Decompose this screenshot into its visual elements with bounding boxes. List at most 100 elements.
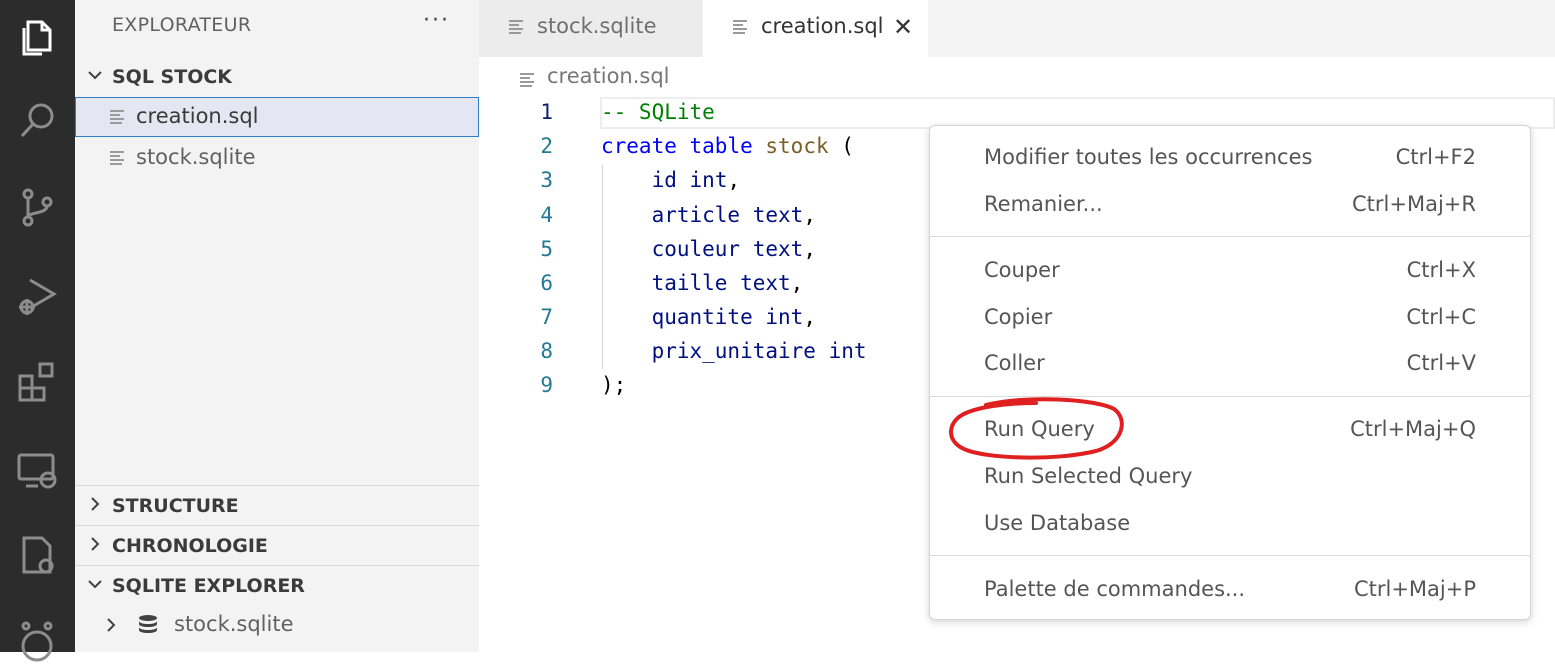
close-icon[interactable]: ✕: [893, 13, 913, 41]
file-lines-icon: [110, 151, 124, 165]
column-name: prix_unitaire: [651, 339, 816, 363]
menu-item-label: Modifier toutes les occurrences: [984, 145, 1313, 169]
more-actions-icon[interactable]: ···: [423, 8, 450, 33]
source-control-icon[interactable]: [8, 178, 66, 236]
menu-item-run-selected-query[interactable]: Run Selected Query: [930, 456, 1530, 500]
tab-label: creation.sql: [761, 14, 884, 38]
menu-item-label: Use Database: [984, 511, 1131, 535]
code-line-4: article text,: [651, 203, 816, 227]
table-name: stock: [765, 134, 829, 158]
file-item-stock-sqlite[interactable]: stock.sqlite: [75, 138, 479, 178]
menu-item-label: Copier: [984, 305, 1053, 329]
file-lines-icon: [520, 73, 534, 87]
annotation-circle: [949, 397, 1124, 460]
menu-item-shortcut: Ctrl+Maj+Q: [1350, 417, 1476, 441]
sidebar-title: EXPLORATEUR: [112, 14, 252, 36]
menu-item-label: Coller: [984, 351, 1045, 375]
editor-tab-bar: stock.sqlite creation.sql ✕: [479, 0, 1555, 57]
menu-separator: [930, 236, 1530, 237]
line-number: 3: [540, 168, 553, 192]
menu-item-shortcut: Ctrl+X: [1406, 258, 1476, 282]
database-name: stock.sqlite: [174, 612, 294, 636]
column-type: text: [740, 271, 791, 295]
file-name: creation.sql: [136, 104, 259, 128]
run-debug-icon[interactable]: [8, 266, 66, 324]
section-label: CHRONOLOGIE: [112, 535, 268, 557]
menu-item-shortcut: Ctrl+V: [1406, 351, 1476, 375]
remote-explorer-icon[interactable]: [8, 440, 66, 498]
file-item-creation-sql[interactable]: creation.sql: [75, 97, 479, 137]
files-icon[interactable]: [8, 8, 66, 66]
database-icon: [139, 615, 157, 633]
line-number: 4: [540, 203, 553, 227]
sqlite-db-item[interactable]: stock.sqlite: [75, 605, 479, 645]
file-lines-icon: [509, 20, 523, 34]
breadcrumb-file: creation.sql: [547, 64, 670, 88]
context-menu: Modifier toutes les occurrences Ctrl+F2 …: [929, 125, 1531, 620]
menu-item-change-all-occurrences[interactable]: Modifier toutes les occurrences Ctrl+F2: [930, 137, 1530, 181]
code-line-3: id int,: [651, 168, 741, 192]
column-type: text: [752, 203, 804, 227]
paren: (: [841, 134, 854, 158]
section-label: SQL STOCK: [112, 66, 233, 88]
menu-item-label: Run Selected Query: [984, 464, 1193, 488]
code-line-9: );: [601, 373, 626, 397]
chevron-down-icon: [88, 71, 102, 80]
line-number: 7: [540, 305, 553, 329]
section-chronologie[interactable]: CHRONOLOGIE: [75, 526, 479, 564]
closing-paren: );: [601, 373, 627, 397]
file-lines-icon: [110, 110, 124, 124]
chevron-right-icon: [91, 497, 100, 511]
chevron-right-icon: [91, 537, 100, 551]
menu-item-paste[interactable]: Coller Ctrl+V: [930, 343, 1530, 387]
column-name: article: [651, 203, 741, 227]
chevron-right-icon: [107, 618, 116, 632]
line-number: 6: [540, 271, 553, 295]
copilot-icon[interactable]: [8, 610, 66, 668]
explorer-sidebar: EXPLORATEUR ··· SQL STOCK creation.sql s…: [75, 0, 479, 652]
menu-item-shortcut: Ctrl+F2: [1395, 145, 1476, 169]
menu-item-shortcut: Ctrl+Maj+P: [1353, 577, 1476, 601]
menu-item-refactor[interactable]: Remanier... Ctrl+Maj+R: [930, 184, 1530, 228]
code-line-2: create table stock (: [601, 134, 854, 158]
keyword: table: [689, 134, 753, 158]
column-type: int: [765, 305, 804, 329]
line-number: 9: [540, 373, 553, 397]
activity-bar: [0, 0, 75, 662]
menu-separator: [930, 555, 1530, 556]
chevron-down-icon: [88, 580, 102, 589]
keyword: create: [601, 134, 677, 158]
line-number: 5: [540, 237, 553, 261]
code-line-8: prix_unitaire int: [601, 339, 867, 363]
tab-label: stock.sqlite: [537, 14, 657, 38]
line-number: 2: [540, 134, 553, 158]
menu-item-copy[interactable]: Copier Ctrl+C: [930, 297, 1530, 341]
tab-creation-sql[interactable]: creation.sql ✕: [703, 0, 928, 57]
section-structure[interactable]: STRUCTURE: [75, 486, 479, 524]
tab-stock-sqlite[interactable]: stock.sqlite: [479, 0, 702, 57]
section-sql-stock[interactable]: SQL STOCK: [75, 57, 479, 95]
menu-item-cut[interactable]: Couper Ctrl+X: [930, 250, 1530, 294]
file-lines-icon: [733, 20, 747, 34]
search-icon[interactable]: [8, 92, 66, 150]
column-name: id: [651, 168, 677, 192]
menu-item-shortcut: Ctrl+Maj+R: [1352, 192, 1476, 216]
menu-item-shortcut: Ctrl+C: [1406, 305, 1476, 329]
column-name: couleur: [651, 237, 741, 261]
code-line-1: -- SQLite: [601, 100, 715, 124]
file-name: stock.sqlite: [136, 145, 256, 169]
menu-item-use-database[interactable]: Use Database: [930, 503, 1530, 547]
menu-item-label: Palette de commandes...: [984, 577, 1246, 601]
code-line-6: taille text,: [651, 271, 804, 295]
section-sqlite-explorer[interactable]: SQLITE EXPLORER: [75, 566, 479, 604]
column-type: text: [752, 237, 804, 261]
code-line-7: quantite int,: [651, 305, 816, 329]
column-type: int: [689, 168, 728, 192]
section-label: STRUCTURE: [112, 495, 239, 517]
line-number: 8: [540, 339, 553, 363]
extensions-icon[interactable]: [8, 352, 66, 410]
menu-item-command-palette[interactable]: Palette de commandes... Ctrl+Maj+P: [930, 569, 1530, 613]
settings-sync-icon[interactable]: [8, 526, 66, 584]
section-label: SQLITE EXPLORER: [112, 575, 305, 597]
line-number: 1: [540, 100, 553, 124]
